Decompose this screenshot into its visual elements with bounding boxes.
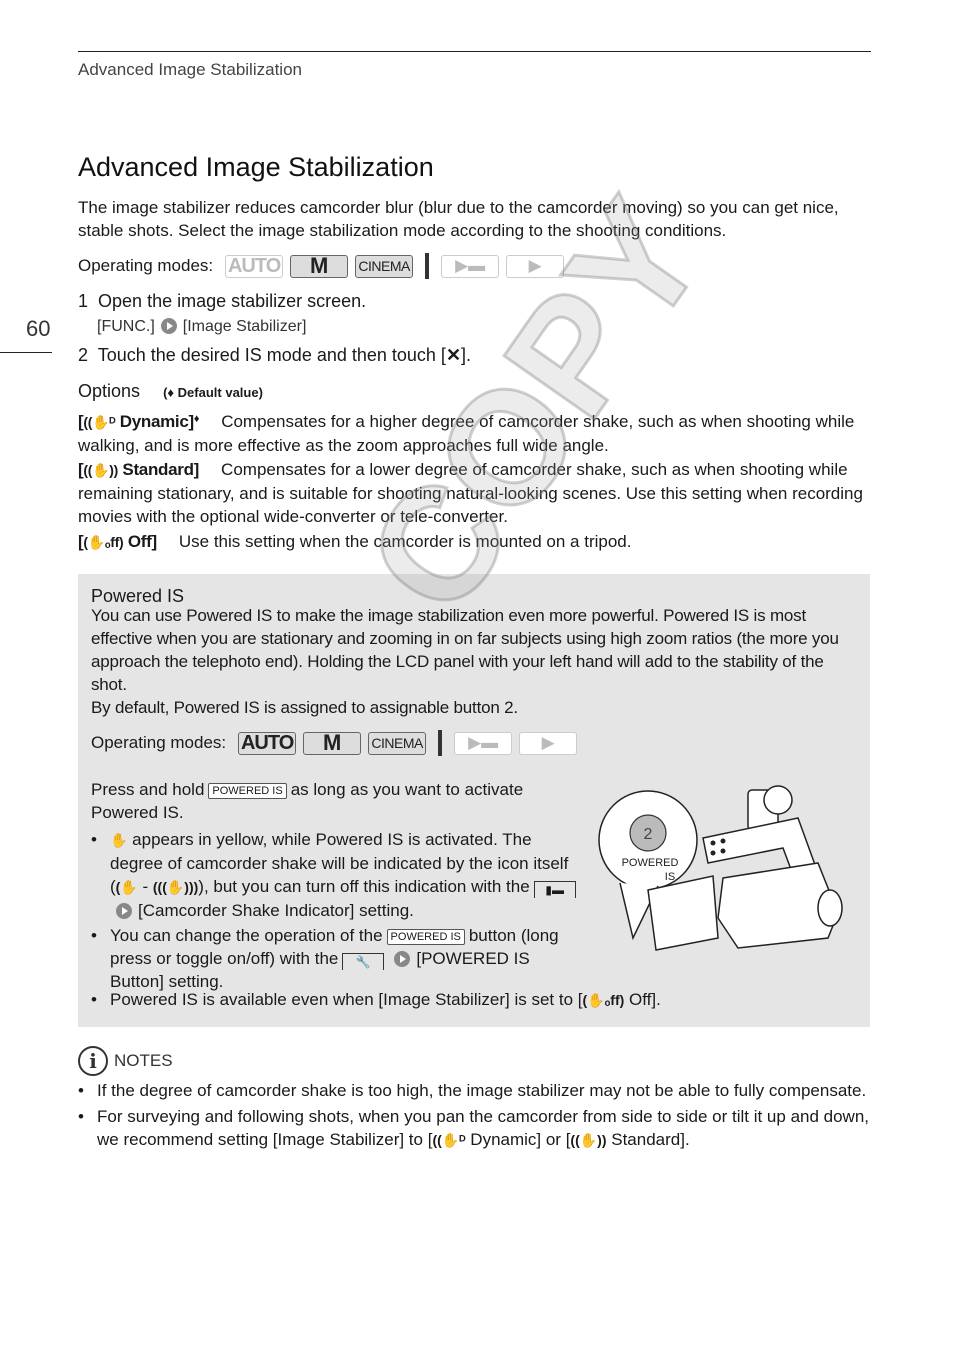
shake-indicator-icon: ✋ [110, 832, 128, 848]
powered-is-operating-modes: Operating modes: AUTO M CINEMA ▶▬ ▶ [91, 730, 584, 756]
is-off-icon: (✋ₒff) [582, 992, 625, 1008]
list-item: You can change the operation of thePOWER… [91, 924, 586, 993]
step-1: 1 Open the image stabilizer screen. [78, 291, 366, 312]
option-standard-label: [((✋)) Standard] [78, 460, 200, 479]
option-dynamic: [((✋ᴰ Dynamic]♦ Compensates for a higher … [78, 408, 870, 457]
mode-auto-icon: AUTO [238, 731, 297, 755]
is-dynamic-icon: ((✋ᴰ [83, 414, 116, 430]
is-standard-icon: ((✋)) [83, 462, 118, 478]
button-label-1: POWERED [622, 857, 679, 869]
bullet-text: You can change the operation of the [110, 926, 383, 945]
setup-menu-icon: 🔧 [342, 953, 385, 970]
option-description: Use this setting when the camcorder is m… [178, 532, 632, 551]
list-item: Powered IS is available even when [Image… [91, 988, 857, 1012]
intro-paragraph: The image stabilizer reduces camcorder b… [78, 198, 839, 240]
powered-is-button-tag: POWERED IS [386, 929, 465, 945]
page-number: 60 [26, 316, 51, 341]
step-number: 1 [78, 291, 89, 311]
close-icon: ✕ [445, 345, 462, 365]
default-value-note: (♦ Default value) [163, 385, 263, 400]
playback-photos-icon: ▶ [506, 254, 565, 278]
is-standard-icon: ((✋)) [570, 1132, 607, 1148]
option-dynamic-label: [((✋ᴰ Dynamic]♦ [78, 412, 200, 431]
powered-is-last-bullet: Powered IS is available even when [Image… [91, 988, 857, 1014]
recording-menu-icon: ▮▬ [533, 881, 576, 898]
button-label-2: IS [665, 871, 675, 883]
arrow-right-icon [394, 951, 411, 967]
bullet-text: Off]. [624, 990, 661, 1009]
viewfinder [817, 889, 843, 927]
button-number: 2 [644, 826, 653, 843]
operating-modes-label: Operating modes: [91, 733, 227, 752]
lcd-panel [647, 875, 719, 951]
powered-is-bullets-cont: Powered IS is available even when [Image… [91, 988, 857, 1012]
options-heading: Options (♦ Default value) [78, 381, 263, 402]
mode-separator [438, 730, 443, 756]
playback-movies-icon: ▶▬ [441, 254, 500, 278]
arrow-right-icon [160, 318, 177, 334]
powered-is-button-tag: POWERED IS [208, 783, 287, 799]
bullet-text: - [137, 877, 153, 896]
mode-manual-icon: M [303, 730, 362, 755]
mode-separator [425, 253, 430, 279]
step-text: Touch the desired IS mode and then touch… [97, 345, 446, 365]
list-item: If the degree of camcorder shake is too … [78, 1079, 870, 1102]
powered-is-description: You can use Powered IS to make the image… [91, 604, 857, 719]
powered-is-body: You can use Powered IS to make the image… [91, 606, 839, 694]
default-note-text: Default value) [177, 385, 263, 400]
default-marker-icon: ♦ [193, 413, 200, 425]
option-standard: [((✋)) Standard] Compensates for a lower … [78, 458, 870, 528]
option-off-label: [(✋ₒff) Off] [78, 532, 157, 551]
bullet-text: ), but you can turn off this indication … [198, 877, 530, 896]
bullet-text: Powered IS is available even when [Image… [110, 990, 583, 1009]
page-title: Advanced Image Stabilization [78, 152, 434, 182]
image-stabilizer-menu-label: [Image Stabilizer] [182, 318, 307, 335]
press-hold-text: Press and hold POWERED IS as long as you w… [91, 778, 586, 824]
powered-is-instructions: Press and hold POWERED IS as long as you w… [91, 778, 586, 995]
press-prefix: Press and hold [91, 780, 205, 799]
option-label-text: Off] [127, 532, 157, 551]
mode-cinema-icon: CINEMA [355, 254, 414, 278]
powered-is-default-note: By default, Powered IS is assigned to as… [91, 698, 518, 717]
mic-holder [763, 785, 793, 815]
note-text: Standard]. [606, 1130, 690, 1149]
mode-manual-icon: M [290, 253, 349, 278]
camcorder-illustration: 2 POWERED IS [598, 785, 843, 951]
playback-photos-icon: ▶ [519, 731, 578, 755]
operating-modes-label: Operating modes: [78, 256, 214, 275]
page-number-rule [0, 352, 52, 353]
option-off: [(✋ₒff) Off] Use this setting when the ca… [78, 530, 870, 554]
arrow-right-icon [116, 903, 132, 919]
powered-is-bullets: ✋ appears in yellow, while Powered IS is… [91, 828, 586, 993]
info-icon: i [78, 1046, 108, 1076]
option-label-text: Standard] [122, 460, 200, 479]
notes-list: If the degree of camcorder shake is too … [78, 1079, 870, 1154]
note-text: Dynamic] or [ [465, 1130, 571, 1149]
step-2: 2 Touch the desired IS mode and then tou… [78, 345, 471, 366]
default-marker-icon: ♦ [167, 385, 175, 400]
shake-low-icon: (✋ [115, 879, 138, 895]
header-rule [78, 51, 871, 52]
running-title: Advanced Image Stabilization [78, 60, 302, 79]
options-title: Options [78, 381, 141, 401]
notes-heading: i NOTES [78, 1046, 173, 1076]
is-dynamic-icon: ((✋ᴰ [432, 1132, 466, 1148]
func-menu-label: [FUNC.] [97, 318, 155, 335]
is-off-icon: (✋ₒff) [83, 534, 124, 550]
step-text: Open the image stabilizer screen. [98, 291, 367, 311]
mode-cinema-icon: CINEMA [368, 731, 427, 755]
playback-movies-icon: ▶▬ [454, 731, 513, 755]
step-1-path: [FUNC.] [Image Stabilizer] [97, 318, 306, 336]
shake-high-icon: (((✋))) [152, 879, 199, 895]
list-item: ✋ appears in yellow, while Powered IS is… [91, 828, 586, 922]
bullet-text: [Camcorder Shake Indicator] setting. [138, 901, 414, 920]
notes-title: NOTES [114, 1051, 173, 1070]
operating-modes: Operating modes: AUTO M CINEMA ▶▬ ▶ [78, 253, 571, 279]
list-item: For surveying and following shots, when … [78, 1105, 870, 1152]
step-text-end: ]. [461, 345, 472, 365]
option-label-text: Dynamic] [119, 412, 194, 431]
step-number: 2 [78, 345, 89, 365]
mode-auto-icon: AUTO [225, 254, 284, 278]
